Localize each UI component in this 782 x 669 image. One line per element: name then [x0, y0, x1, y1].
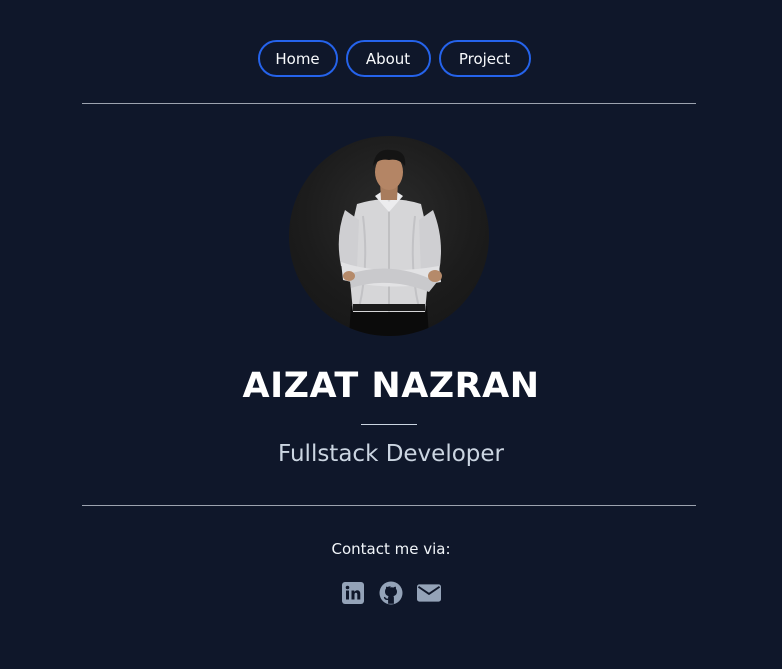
name-divider: [361, 424, 417, 425]
profile-role: Fullstack Developer: [278, 441, 504, 467]
email-icon[interactable]: [417, 581, 441, 605]
nav-project-button[interactable]: Project: [438, 40, 531, 77]
nav-about-button[interactable]: About: [345, 40, 431, 77]
top-divider: [82, 103, 696, 104]
contact-label: Contact me via:: [331, 540, 451, 558]
github-icon[interactable]: [379, 581, 403, 605]
profile-name: AIZAT NAZRAN: [242, 366, 540, 406]
avatar: [289, 136, 489, 336]
portfolio-page: Home About Project AIZAT NAZRAN Fullstac…: [0, 0, 782, 669]
contact-icons: [0, 581, 782, 605]
linkedin-icon[interactable]: [341, 581, 365, 605]
profile-photo-icon: [338, 149, 442, 336]
top-nav: Home About Project: [0, 40, 782, 77]
bottom-divider: [82, 505, 696, 506]
nav-home-button[interactable]: Home: [257, 40, 338, 77]
